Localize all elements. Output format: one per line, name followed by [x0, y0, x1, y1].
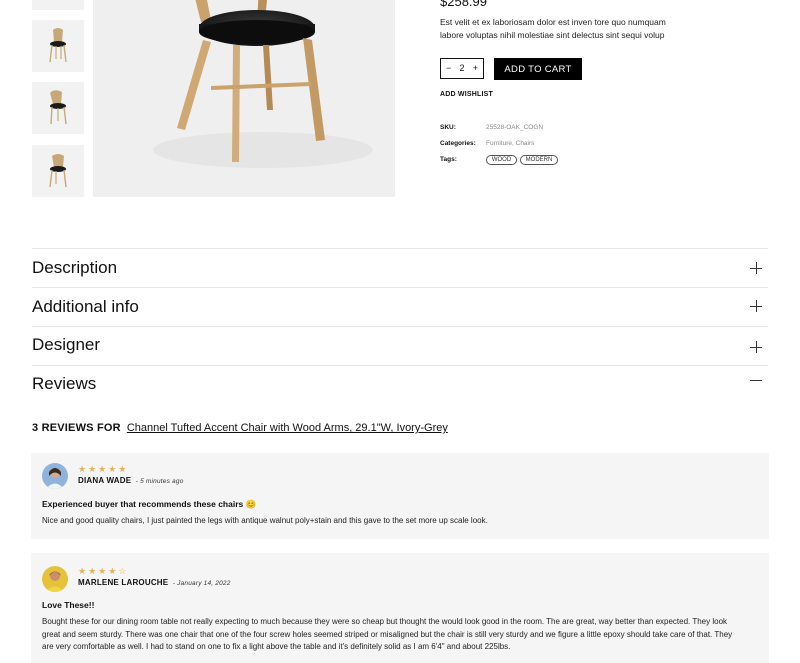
- thumbnail-2[interactable]: [32, 20, 84, 72]
- qty-decrease-button[interactable]: −: [446, 64, 451, 73]
- plus-icon[interactable]: [750, 299, 764, 313]
- author-name: MARLENE LAROUCHE: [78, 578, 169, 587]
- main-product-image[interactable]: [93, 0, 395, 197]
- divider: [32, 287, 768, 288]
- product-short-description: Est velit et ex laboriosam dolor est inv…: [440, 17, 666, 40]
- plus-icon[interactable]: [750, 340, 764, 354]
- quantity-stepper[interactable]: − 2 +: [440, 58, 484, 79]
- qty-increase-button[interactable]: +: [473, 64, 478, 73]
- add-to-cart-button[interactable]: ADD TO CART: [494, 58, 582, 80]
- avatar: [42, 566, 68, 592]
- review-card: ★★★★★ DIANA WADE - 5 minutes ago Experie…: [31, 453, 769, 539]
- tag-modern[interactable]: MODERN: [520, 155, 558, 165]
- review-author: MARLENE LAROUCHE - January 14, 2022: [78, 578, 231, 587]
- accordion-description-title[interactable]: Description: [32, 258, 117, 278]
- review-card: ★★★★☆ MARLENE LAROUCHE - January 14, 202…: [31, 553, 769, 663]
- categories-label: Categories:: [440, 140, 476, 147]
- review-title: Love These!!: [42, 600, 95, 610]
- review-body: Bought these for our dining room table n…: [42, 617, 733, 651]
- categories-value[interactable]: Furniture, Chairs: [486, 140, 534, 147]
- divider: [32, 365, 768, 366]
- sku-value: 25528-OAK_COGN: [486, 124, 544, 131]
- tag-wood[interactable]: WOOD: [486, 155, 517, 165]
- avatar: [42, 463, 68, 489]
- plus-icon[interactable]: [750, 261, 764, 275]
- sku-label: SKU:: [440, 124, 456, 131]
- divider: [32, 248, 768, 249]
- review-body: Nice and good quality chairs, I just pai…: [42, 516, 488, 525]
- review-date: - January 14, 2022: [172, 580, 231, 587]
- reviewed-product-link[interactable]: Channel Tufted Accent Chair with Wood Ar…: [127, 422, 448, 434]
- tags-label: Tags:: [440, 156, 457, 163]
- rating-stars: ★★★★☆: [78, 566, 129, 576]
- review-date: - 5 minutes ago: [135, 478, 184, 485]
- divider: [32, 326, 768, 327]
- qty-value[interactable]: 2: [459, 64, 464, 73]
- accordion-additional-info-title[interactable]: Additional info: [32, 297, 139, 317]
- review-title: Experienced buyer that recommends these …: [42, 499, 257, 509]
- thumbnail-3[interactable]: [32, 82, 84, 134]
- add-wishlist-link[interactable]: ADD WISHLIST: [440, 91, 493, 98]
- author-name: DIANA WADE: [78, 476, 132, 485]
- accordion-reviews-title[interactable]: Reviews: [32, 374, 96, 394]
- product-price: $258.99: [440, 0, 487, 9]
- rating-stars: ★★★★★: [78, 464, 129, 474]
- thumbnail-4[interactable]: [32, 145, 84, 197]
- review-author: DIANA WADE - 5 minutes ago: [78, 476, 184, 485]
- reviews-heading: 3 REVIEWS FOR Channel Tufted Accent Chai…: [32, 422, 448, 434]
- reviews-count-label: 3 REVIEWS FOR: [32, 422, 121, 434]
- thumbnail-1[interactable]: [32, 0, 84, 10]
- accordion-designer-title[interactable]: Designer: [32, 335, 100, 355]
- minus-icon[interactable]: [750, 373, 764, 387]
